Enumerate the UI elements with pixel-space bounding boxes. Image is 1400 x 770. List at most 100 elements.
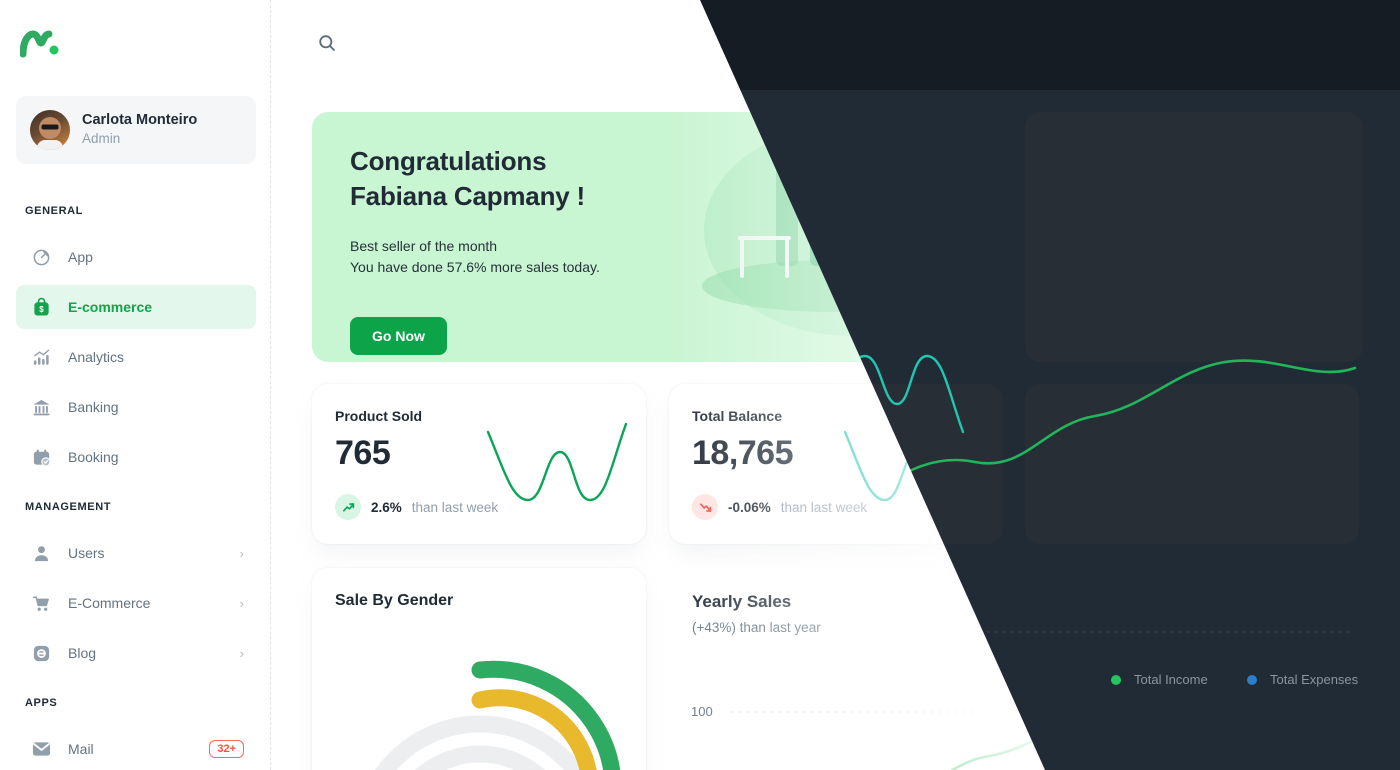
profile-card[interactable]: Carlota Monteiro Admin xyxy=(16,96,256,164)
mail-icon xyxy=(28,741,54,757)
account-avatar[interactable] xyxy=(1324,26,1364,66)
sidebar-item-label: Mail xyxy=(68,741,94,757)
chevron-right-icon[interactable]: › xyxy=(240,646,244,661)
search-icon[interactable] xyxy=(317,33,337,58)
stat-title: Sales Profit xyxy=(1048,408,1126,424)
sidebar-item-label: E-Commerce xyxy=(68,595,151,611)
trend-up-icon xyxy=(335,494,361,520)
stat-value: 4,876 xyxy=(1048,434,1131,472)
top-header: 8 xyxy=(271,0,1400,90)
sidebar-item-label: Blog xyxy=(68,645,97,661)
sidebar-item-banking[interactable]: Banking xyxy=(16,385,256,429)
sidebar-item-app[interactable]: App xyxy=(16,235,256,279)
sidebar-item-mail[interactable]: Mail 32+ xyxy=(16,727,256,770)
sidebar-section-label: APPS xyxy=(25,697,58,709)
sidebar-section-label: GENERAL xyxy=(25,205,83,217)
chevron-right-icon[interactable]: › xyxy=(240,596,244,611)
legend-item[interactable]: Total Income xyxy=(1077,677,1169,692)
celebration-illustration xyxy=(702,124,1000,336)
sidebar-item-label: Analytics xyxy=(68,349,125,365)
dashboard-icon xyxy=(28,248,54,267)
sparkline-chart xyxy=(843,422,985,502)
page-title: Congratulations Fabiana Capmany ! xyxy=(350,144,585,214)
sidebar-item-label: App xyxy=(68,249,93,265)
y-axis-tick: 100 xyxy=(691,704,713,719)
sidebar-item-label: E-commerce xyxy=(68,299,153,315)
stat-delta: +0.1% xyxy=(1084,499,1123,515)
sidebar-item-badge: 32+ xyxy=(209,740,244,758)
contacts-icon[interactable] xyxy=(1276,34,1300,59)
buy-now-button[interactable]: Buy Now xyxy=(1049,309,1147,344)
sparkline-chart xyxy=(486,422,628,502)
legend-item[interactable]: Total Expenses xyxy=(1194,677,1301,692)
yearly-sales-card: Yearly Sales (+43%) than last year Total… xyxy=(669,568,1363,770)
congrats-line1: Congratulations xyxy=(350,146,547,176)
profile-name: Carlota Monteiro xyxy=(82,111,198,128)
go-now-button[interactable]: Go Now xyxy=(350,317,447,355)
stat-card-total-balance: Total Balance 18,765 -0.06% than last we… xyxy=(669,384,1003,544)
trend-up-icon xyxy=(1048,494,1074,520)
m-logo-icon[interactable] xyxy=(19,28,60,60)
stat-footer: +0.1% than last week xyxy=(1048,494,1219,520)
stat-delta: -0.06% xyxy=(728,499,771,515)
uk-flag-icon[interactable] xyxy=(1180,36,1206,56)
carousel-dot[interactable] xyxy=(1297,329,1305,337)
analytics-icon xyxy=(28,348,54,367)
sparkline-chart xyxy=(1199,422,1341,502)
chart-legend: Total Income Total Expenses xyxy=(1077,677,1301,692)
stat-card-sales-profit: Sales Profit 4,876 +0.1% than last week xyxy=(1025,384,1359,544)
congrats-sub1: Best seller of the month xyxy=(350,238,498,254)
carousel-dot[interactable] xyxy=(1279,329,1287,337)
stat-delta: 2.6% xyxy=(371,499,402,515)
legend-swatch xyxy=(1194,679,1205,690)
legend-label: Total Income xyxy=(1095,677,1169,692)
sidebar: Carlota Monteiro Admin GENERAL App $ E-comm… xyxy=(0,0,271,770)
congrats-subtext: Best seller of the month You have done 5… xyxy=(350,236,600,278)
stat-footer: 2.6% than last week xyxy=(335,494,498,520)
carousel-dot[interactable] xyxy=(1333,329,1341,337)
cart-icon xyxy=(28,594,54,613)
bank-icon xyxy=(28,398,54,417)
avatar xyxy=(30,110,70,150)
legend-swatch xyxy=(1077,679,1087,690)
header-actions: 8 xyxy=(1180,23,1364,66)
carousel-dot[interactable] xyxy=(1315,329,1323,337)
main-content: Congratulations Fabiana Capmany ! Best s… xyxy=(271,90,1400,770)
sidebar-item-label: Banking xyxy=(68,399,119,415)
sidebar-item-blog[interactable]: Blog › xyxy=(16,631,256,675)
congrats-sub2: You have done 57.6% more sales today. xyxy=(350,259,600,275)
sidebar-item-label: Users xyxy=(68,545,105,561)
congratulations-banner: Congratulations Fabiana Capmany ! Best s… xyxy=(312,112,1004,362)
stat-title: Total Balance xyxy=(692,408,782,424)
product-title: Pegasus Running Shoes xyxy=(1049,256,1270,277)
congrats-line2: Fabiana Capmany ! xyxy=(350,181,585,212)
sidebar-item-booking[interactable]: Booking xyxy=(16,435,256,479)
stat-card-product-sold: Product Sold 765 2.6% than last week xyxy=(312,384,646,544)
sidebar-section-label: MANAGEMENT xyxy=(25,501,112,513)
stat-value: 765 xyxy=(335,434,391,472)
notifications-badge: 8 xyxy=(1240,23,1260,43)
profile-role: Admin xyxy=(82,131,121,147)
sale-by-gender-card: Sale By Gender xyxy=(312,568,646,770)
javascript-logo-icon[interactable]: JS xyxy=(1391,760,1400,770)
bell-icon[interactable]: 8 xyxy=(1230,23,1260,60)
trend-down-icon xyxy=(692,494,718,520)
product-promo-card: NEW Pegasus Running Shoes Buy Now xyxy=(1025,112,1363,362)
sidebar-item-e-commerce[interactable]: E-Commerce › xyxy=(16,581,256,625)
user-icon xyxy=(28,544,54,563)
blog-icon xyxy=(28,644,54,663)
gender-gauge-chart xyxy=(375,660,621,770)
card-title: Sale By Gender xyxy=(335,592,454,609)
legend-label: Total Expenses xyxy=(1212,677,1301,692)
sidebar-item-users[interactable]: Users › xyxy=(16,531,256,575)
chevron-right-icon[interactable]: › xyxy=(240,546,244,561)
sidebar-item-e-commerce[interactable]: $ E-commerce xyxy=(16,285,256,329)
card-subtitle: (+43%) than last year xyxy=(692,620,821,635)
svg-text:$: $ xyxy=(39,305,44,314)
shop-bag-icon: $ xyxy=(28,297,54,317)
sidebar-item-analytics[interactable]: Analytics xyxy=(16,335,256,379)
sidebar-item-label: Booking xyxy=(68,449,119,465)
carousel-dots[interactable] xyxy=(1279,329,1341,337)
product-tag: NEW xyxy=(1049,230,1079,242)
calendar-check-icon xyxy=(28,448,54,467)
